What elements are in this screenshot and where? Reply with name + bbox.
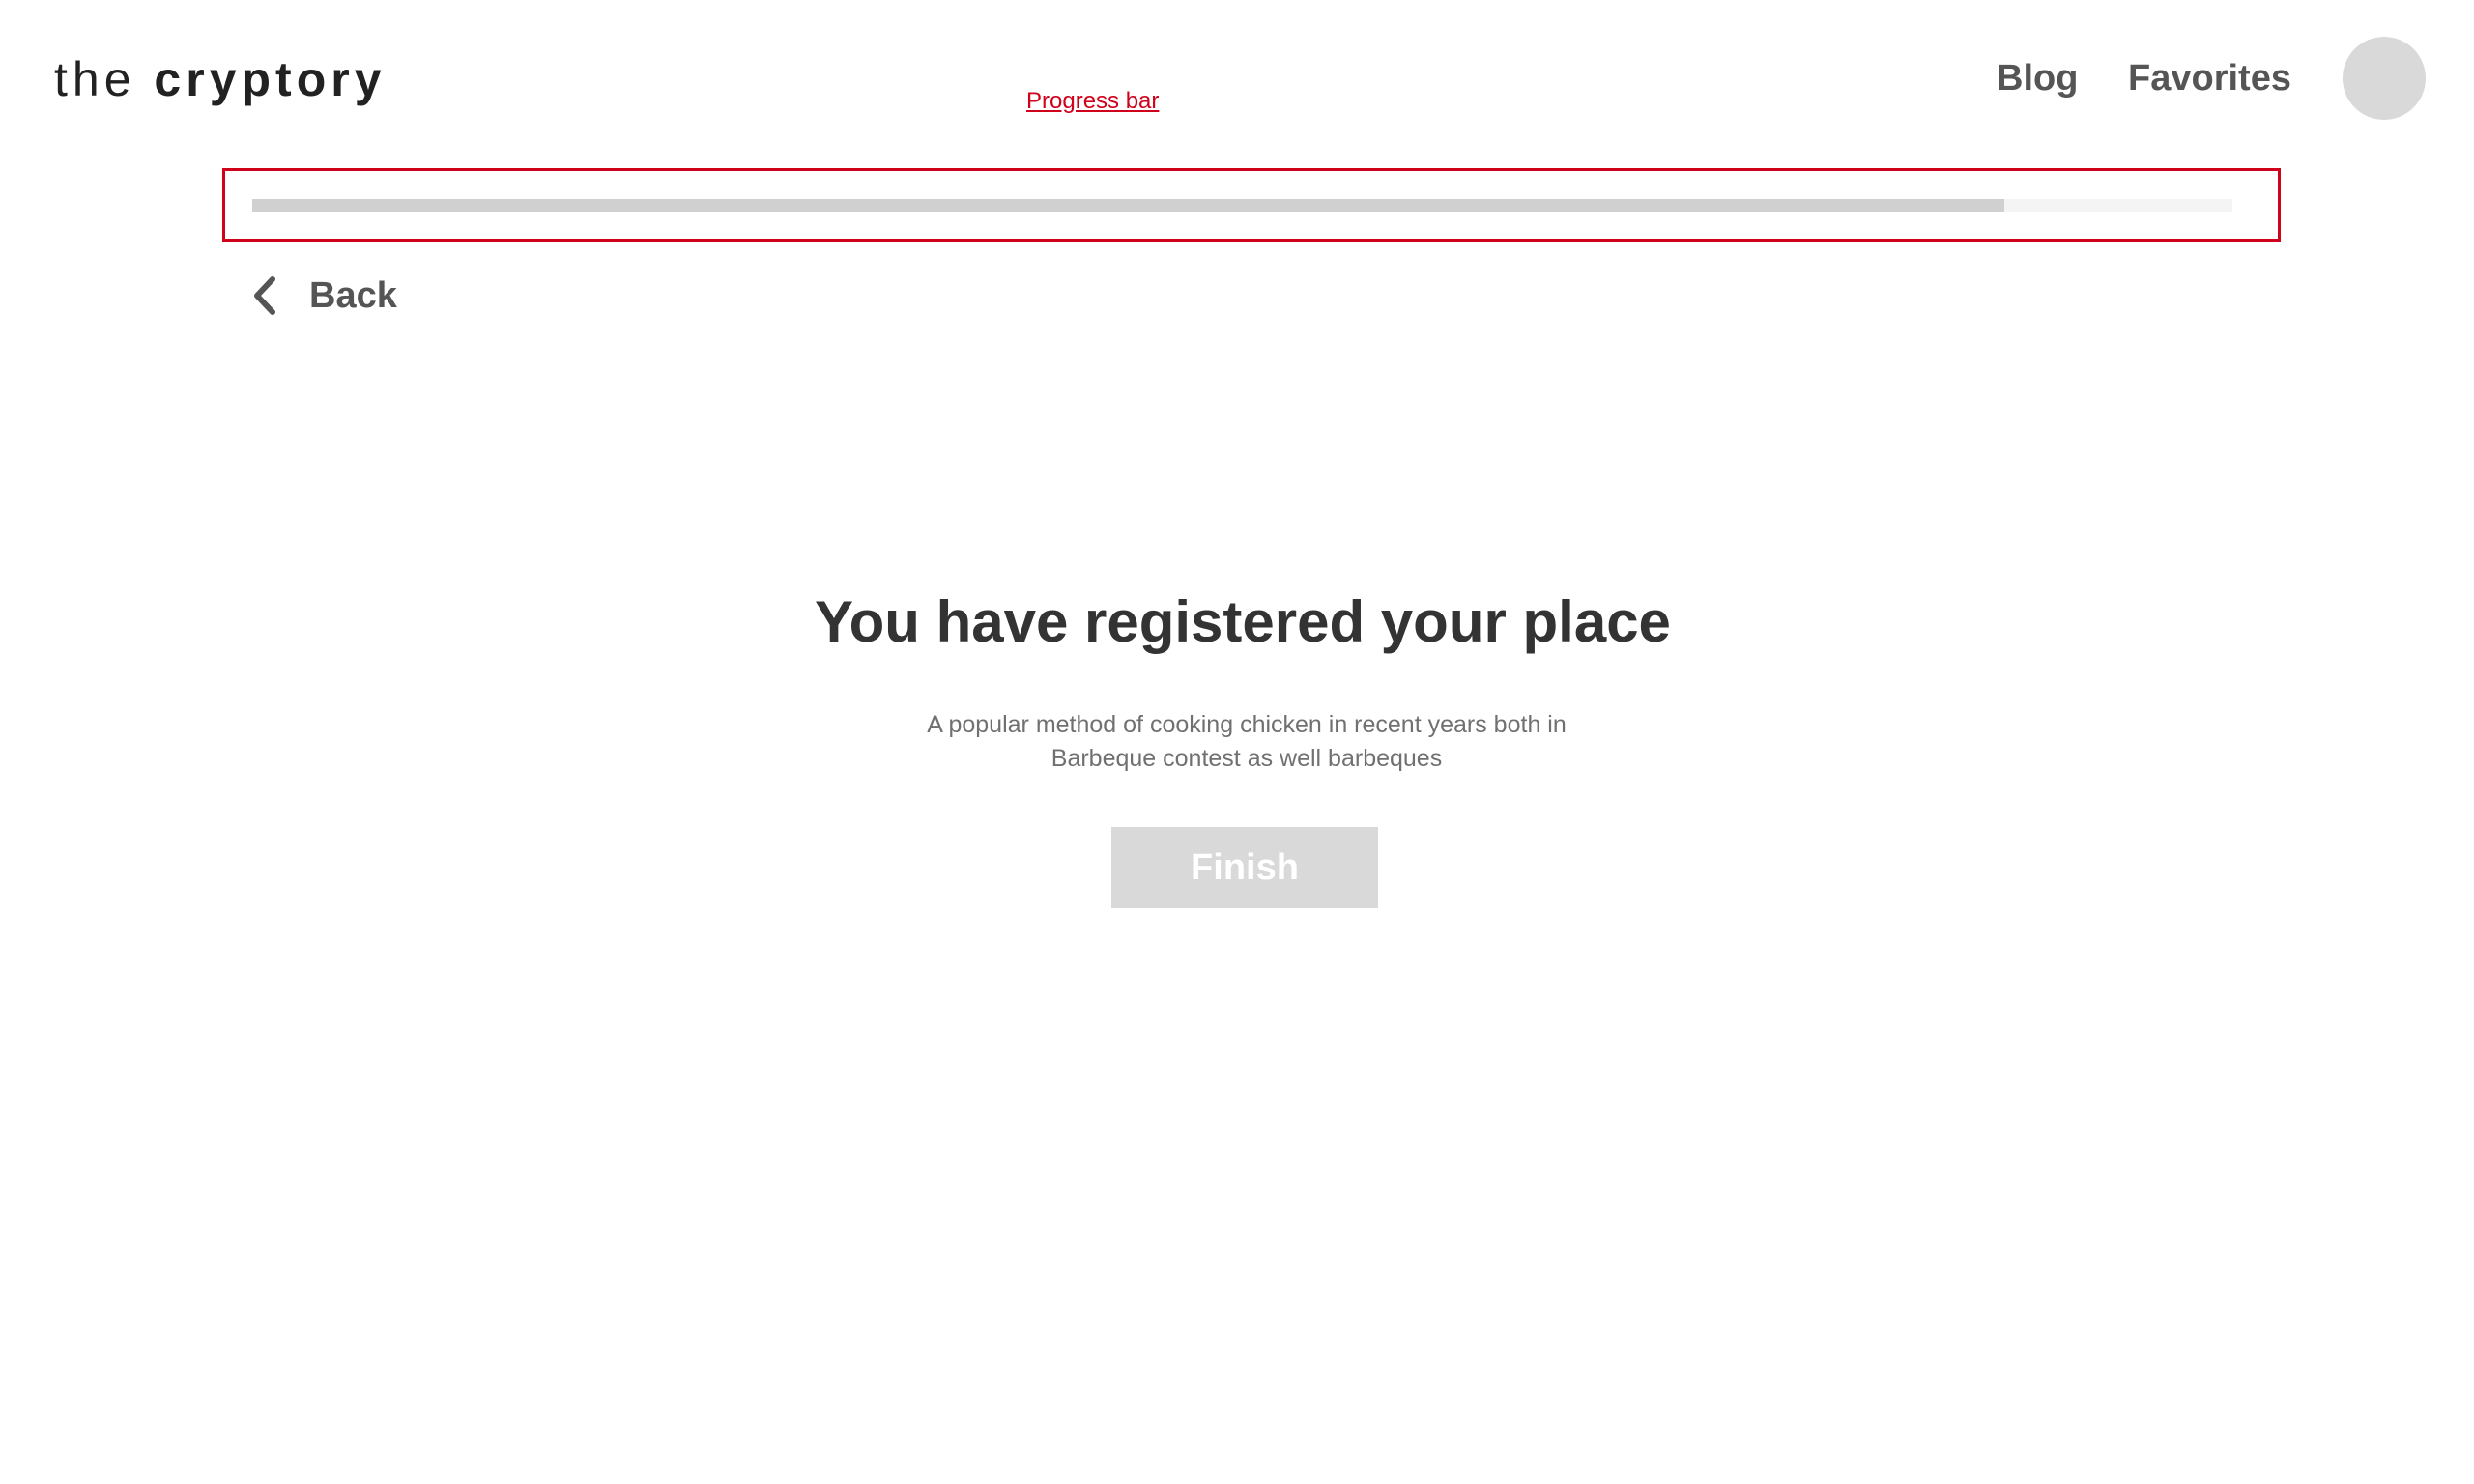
logo-bold-text: cryptory — [154, 52, 387, 106]
logo[interactable]: the cryptory — [54, 50, 387, 108]
description-line-1: A popular method of cooking chicken in r… — [927, 711, 1567, 738]
description: A popular method of cooking chicken in r… — [870, 708, 1624, 776]
chevron-left-icon — [247, 271, 282, 320]
back-button[interactable]: Back — [247, 269, 397, 323]
page: the cryptory Blog Favorites Progress bar… — [0, 0, 2474, 1484]
page-title: You have registered your place — [815, 589, 1671, 654]
description-line-2: Barbeque contest as well barbeques — [1050, 745, 1443, 772]
avatar[interactable] — [2343, 37, 2426, 120]
logo-light-text: the — [54, 52, 136, 106]
progress-bar-fill — [252, 199, 2005, 212]
nav-favorites-link[interactable]: Favorites — [2128, 54, 2291, 102]
nav-blog-link[interactable]: Blog — [1997, 54, 2078, 102]
annotation-label: Progress bar — [1026, 88, 1160, 114]
progress-bar — [252, 199, 2232, 212]
back-label: Back — [309, 275, 397, 316]
finish-button[interactable]: Finish — [1111, 827, 1378, 908]
